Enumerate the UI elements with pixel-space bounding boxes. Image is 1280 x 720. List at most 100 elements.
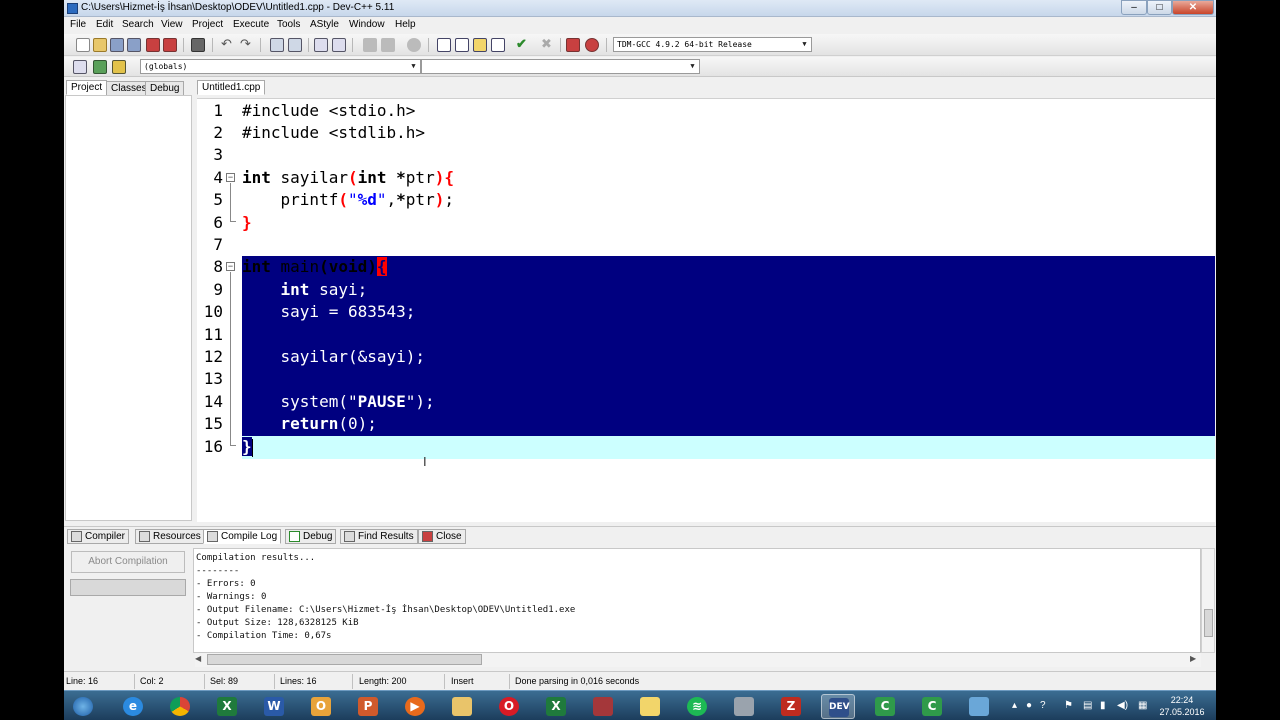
rebuild-icon[interactable] <box>491 38 505 52</box>
drive-manager-icon[interactable] <box>727 694 761 719</box>
print-icon[interactable] <box>191 38 205 52</box>
log-horizontal-scrollbar[interactable]: ◀ ▶ <box>195 653 1201 667</box>
syntax-check-icon[interactable]: ✔ <box>516 37 527 51</box>
insert-icon[interactable] <box>73 60 87 74</box>
opera-icon[interactable]: O <box>492 694 526 719</box>
open-file-icon[interactable] <box>93 38 107 52</box>
log-vertical-scrollbar[interactable] <box>1201 548 1215 653</box>
compile-run-icon[interactable] <box>473 38 487 52</box>
internet-explorer-icon[interactable]: e <box>116 694 150 719</box>
menu-tools[interactable]: Tools <box>274 19 303 30</box>
tray-app-icon[interactable]: ● <box>1026 700 1032 711</box>
menu-file[interactable]: File <box>67 19 89 30</box>
file-explorer-icon[interactable] <box>445 694 479 719</box>
new-file-icon[interactable] <box>76 38 90 52</box>
tab-find-results[interactable]: Find Results <box>340 529 418 544</box>
profile-icon[interactable] <box>566 38 580 52</box>
start-orb-icon[interactable] <box>66 694 100 719</box>
goto-back-icon[interactable] <box>363 38 377 52</box>
project-browser[interactable] <box>65 95 192 521</box>
tab-debug-bottom[interactable]: Debug <box>285 529 337 544</box>
menu-view[interactable]: View <box>158 19 186 30</box>
volume-icon[interactable]: ◀) <box>1117 700 1128 711</box>
spotify-icon[interactable]: ≋ <box>680 694 714 719</box>
save-all-icon[interactable] <box>127 38 141 52</box>
display-icon[interactable]: ▤ <box>1083 700 1092 711</box>
goto-forward-icon[interactable] <box>381 38 395 52</box>
minimize-button[interactable]: – <box>1121 0 1147 15</box>
fold-toggle-icon[interactable]: − <box>226 262 235 271</box>
menu-edit[interactable]: Edit <box>93 19 116 30</box>
compile-log-output[interactable]: Compilation results... -------- - Errors… <box>193 548 1201 653</box>
undo-icon[interactable]: ↶ <box>221 37 232 51</box>
scroll-thumb[interactable] <box>1204 609 1213 637</box>
access-icon[interactable] <box>586 694 620 719</box>
chrome-icon[interactable] <box>163 694 197 719</box>
menu-help[interactable]: Help <box>392 19 419 30</box>
tray-expand-icon[interactable]: ▴ <box>1012 700 1017 711</box>
fold-toggle-icon[interactable]: − <box>226 173 235 182</box>
tab-compiler[interactable]: Compiler <box>67 529 130 544</box>
stop-execution-icon[interactable]: ✖ <box>541 37 552 51</box>
debug-icon[interactable] <box>585 38 599 52</box>
status-sel: Sel: 89 <box>210 676 239 686</box>
maximize-button[interactable]: □ <box>1147 0 1172 15</box>
powerpoint-icon[interactable]: P <box>351 694 385 719</box>
bookmark-icon[interactable] <box>407 38 421 52</box>
media-player-icon[interactable]: ▶ <box>398 694 432 719</box>
compile-icon[interactable] <box>437 38 451 52</box>
toolbar-separator <box>606 38 607 52</box>
scroll-thumb[interactable] <box>207 654 482 665</box>
tab-compile-log[interactable]: Compile Log <box>203 529 282 544</box>
unindent-icon[interactable] <box>332 38 346 52</box>
network-icon[interactable]: ▮ <box>1100 700 1106 711</box>
tab-resources[interactable]: Resources <box>135 529 205 544</box>
close-file-icon[interactable] <box>146 38 160 52</box>
camtasia-icon[interactable]: C <box>868 694 902 719</box>
member-select[interactable]: ▼ <box>421 59 700 74</box>
dev-cpp-icon[interactable]: DEV <box>821 694 855 719</box>
abort-compilation-button[interactable]: Abort Compilation <box>71 551 185 573</box>
menu-search[interactable]: Search <box>119 19 157 30</box>
tab-project[interactable]: Project <box>66 80 108 95</box>
chevron-down-icon: ▼ <box>802 40 807 48</box>
code-line-6: } <box>242 213 252 232</box>
goto-icon[interactable] <box>112 60 126 74</box>
menu-execute[interactable]: Execute <box>230 19 272 30</box>
menu-window[interactable]: Window <box>346 19 388 30</box>
scope-select[interactable]: (globals) ▼ <box>140 59 421 74</box>
close-all-icon[interactable] <box>163 38 177 52</box>
flag-icon[interactable]: ⚑ <box>1064 700 1073 711</box>
paint-icon[interactable] <box>962 694 996 719</box>
camtasia-2-icon[interactable]: C <box>915 694 949 719</box>
scroll-left-icon[interactable]: ◀ <box>195 654 201 663</box>
find-icon[interactable] <box>270 38 284 52</box>
menu-project[interactable]: Project <box>189 19 226 30</box>
menu-astyle[interactable]: AStyle <box>307 19 342 30</box>
code-editor[interactable]: 1 2 3 4 5 6 7 8 9 10 11 12 13 14 15 16 −… <box>197 98 1215 522</box>
tab-untitled1-cpp[interactable]: Untitled1.cpp <box>197 80 266 95</box>
replace-icon[interactable] <box>288 38 302 52</box>
word-icon[interactable]: W <box>257 694 291 719</box>
toolbar-separator <box>308 38 309 52</box>
scroll-right-icon[interactable]: ▶ <box>1190 654 1196 663</box>
save-icon[interactable] <box>110 38 124 52</box>
excel-icon[interactable]: X <box>210 694 244 719</box>
tab-close[interactable]: Close <box>418 529 466 544</box>
tab-debug[interactable]: Debug <box>145 81 185 96</box>
sticky-notes-icon[interactable] <box>633 694 667 719</box>
system-clock[interactable]: 22:24 27.05.2016 <box>1157 694 1207 718</box>
compiler-select[interactable]: TDM-GCC 4.9.2 64-bit Release ▼ <box>613 37 812 52</box>
help-icon[interactable]: ? <box>1040 700 1046 711</box>
close-window-button[interactable]: ✕ <box>1172 0 1214 15</box>
redo-icon[interactable]: ↷ <box>240 37 251 51</box>
toggle-icon[interactable] <box>93 60 107 74</box>
outlook-icon[interactable]: O <box>304 694 338 719</box>
excel-2-icon[interactable]: X <box>539 694 573 719</box>
code-line-16: } <box>242 437 253 457</box>
keyboard-icon[interactable]: ▦ <box>1138 700 1147 711</box>
indent-icon[interactable] <box>314 38 328 52</box>
filezilla-icon[interactable]: Z <box>774 694 808 719</box>
check-icon <box>289 531 300 542</box>
run-icon[interactable] <box>455 38 469 52</box>
